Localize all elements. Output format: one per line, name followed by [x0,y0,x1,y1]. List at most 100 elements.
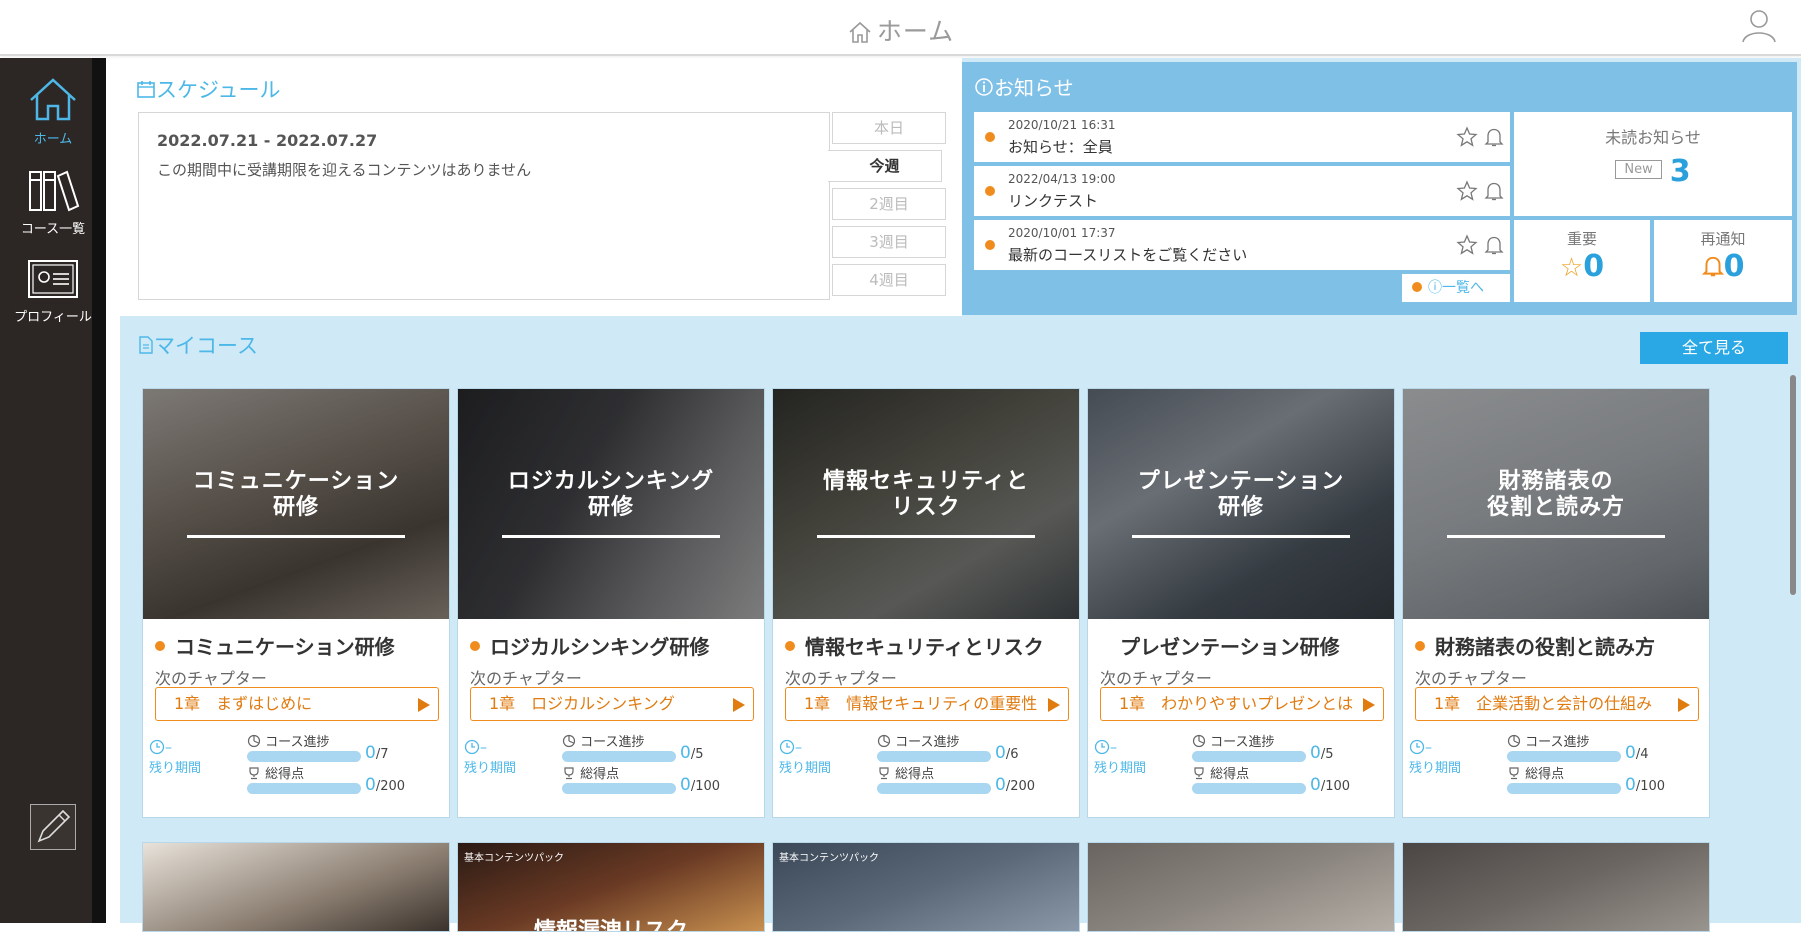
certificate-icon [28,260,78,298]
score-count: 0 [995,775,1006,795]
notice-list-link[interactable]: ⓘ一覧へ [1402,274,1510,302]
course-card[interactable] [1087,842,1395,932]
next-chapter-button[interactable]: 1章 情報セキュリティの重要性 [785,687,1069,721]
course-card[interactable]: 基本コンテンツパック [772,842,1080,932]
course-name[interactable]: コミュニケーション研修 [155,631,395,660]
next-chapter-button[interactable]: 1章 ロジカルシンキング [470,687,754,721]
schedule-message: この期間中に受講期限を迎えるコンテンツはありません [157,161,532,179]
course-name[interactable]: プレゼンテーション研修 [1100,631,1340,660]
course-card[interactable]: 財務諸表の 役割と読み方 財務諸表の役割と読み方 次のチャプター 1章 企業活動と会計の… [1402,388,1710,818]
play-icon [418,698,430,712]
score-value: 0/100 [1625,775,1665,795]
course-card[interactable]: 情報セキュリティと リスク 情報セキュリティとリスク 次のチャプター 1章 情報セキュリ… [772,388,1080,818]
thumbnail-title-line: 情報セキュリティと [823,469,1029,494]
thumbnail-title-line: 研修 [272,495,319,520]
star-icon[interactable] [1456,126,1478,148]
course-card[interactable] [1402,842,1710,932]
course-thumbnail[interactable]: 財務諸表の 役割と読み方 [1403,389,1709,619]
unread-notice-stat[interactable]: 未読お知らせ New 3 [1514,112,1792,216]
tab-this-week[interactable]: 今週 [828,150,942,182]
star-icon[interactable] [1456,180,1478,202]
course-card[interactable]: コミュニケーション 研修 コミュニケーション研修 次のチャプター 1章 まずはじめに – 残… [142,388,450,818]
sidebar-item-profile[interactable]: プロフィール [0,258,106,325]
bell-icon[interactable] [1484,234,1504,256]
notice-text: 最新のコースリストをご覧ください [1008,246,1248,264]
progress-total: /5 [690,747,704,762]
score-value: 0/200 [365,775,405,795]
course-card[interactable]: プレゼンテーション 研修 プレゼンテーション研修 次のチャプター 1章 わかりやすいプレ… [1087,388,1395,818]
notice-item[interactable]: 2022/04/13 19:00 リンクテスト [974,166,1510,216]
course-card[interactable]: 基本コンテンツパック 情報漏洩リスク [457,842,765,932]
remaining-value-text: – [795,740,802,756]
progress-label-text: コース進捗 [1210,735,1275,750]
renotify-stat[interactable]: 再通知 0 [1654,220,1792,302]
next-chapter-button[interactable]: 1章 わかりやすいプレゼンとは [1100,687,1384,721]
score-count: 0 [680,775,691,795]
content-pack-tag: 基本コンテンツパック [779,853,879,864]
tab-today[interactable]: 本日 [832,112,946,144]
next-chapter-text: 1章 まずはじめに [174,694,313,713]
progress-bar [877,751,991,762]
next-chapter-button[interactable]: 1章 まずはじめに [155,687,439,721]
tab-week-4[interactable]: 4週目 [832,264,946,296]
tab-week-2[interactable]: 2週目 [832,188,946,220]
sidebar-item-course-list[interactable]: コース一覧 [0,168,106,237]
score-total: /100 [1635,779,1666,794]
notice-date: 2020/10/21 16:31 [1008,118,1116,132]
important-stat[interactable]: 重要 ☆0 [1514,220,1650,302]
notice-item[interactable]: 2020/10/21 16:31 お知らせ：全員 [974,112,1510,162]
progress-label: コース進捗 [1192,731,1275,750]
course-name-text: コミュニケーション研修 [175,635,395,659]
course-thumbnail[interactable]: ロジカルシンキング 研修 [458,389,764,619]
notice-list-link-text: 一覧へ [1442,280,1484,296]
course-thumbnail[interactable]: コミュニケーション 研修 [143,389,449,619]
course-card[interactable] [142,842,450,932]
notice-item[interactable]: 2020/10/01 17:37 最新のコースリストをご覧ください [974,220,1510,270]
remaining-label: 残り期間 [149,761,202,776]
schedule-box: 2022.07.21 - 2022.07.27 この期間中に受講期限を迎えるコン… [138,112,830,300]
user-icon[interactable] [1739,6,1779,50]
thumbnail-title: ロジカルシンキング 研修 [458,469,764,521]
thumbnail-title-line: リスク [891,495,961,520]
course-name[interactable]: 財務諸表の役割と読み方 [1415,631,1655,660]
tab-week-3[interactable]: 3週目 [832,226,946,258]
score-bar [562,783,676,794]
progress-icon [1192,734,1206,748]
top-bar: ホーム [0,0,1801,56]
course-name[interactable]: ロジカルシンキング研修 [470,631,709,660]
progress-label: コース進捗 [562,731,645,750]
page-title: ホーム [0,12,1801,48]
view-all-button[interactable]: 全て見る [1640,332,1788,364]
edit-button[interactable] [30,804,76,850]
course-thumbnail[interactable]: プレゼンテーション 研修 [1088,389,1394,619]
sidebar-item-home[interactable]: ホーム [0,76,106,147]
thumbnail-title-line: 財務諸表の [1498,469,1614,494]
score-value: 0/100 [680,775,720,795]
course-name[interactable]: 情報セキュリティとリスク [785,631,1044,660]
progress-bar [1507,751,1621,762]
course-card[interactable]: ロジカルシンキング 研修 ロジカルシンキング研修 次のチャプター 1章 ロジカルシンキン… [457,388,765,818]
thumbnail-title: コミュニケーション 研修 [143,469,449,521]
play-icon [1678,698,1690,712]
thumbnail-underline [502,535,720,538]
score-bar [1507,783,1621,794]
remaining-value: – [1094,739,1117,756]
collapse-sidebar-icon[interactable]: ◀ [111,484,119,495]
progress-count: 0 [365,743,376,763]
course-thumbnail[interactable]: 情報セキュリティと リスク [773,389,1079,619]
score-label: 総得点 [1507,763,1564,782]
remaining-value-text: – [165,740,172,756]
remaining-value-text: – [1110,740,1117,756]
next-chapter-button[interactable]: 1章 企業活動と会計の仕組み [1415,687,1699,721]
scrollbar[interactable] [1790,375,1796,595]
bell-icon[interactable] [1484,126,1504,148]
score-total: /100 [1320,779,1351,794]
score-bar [877,783,991,794]
bell-icon[interactable] [1484,180,1504,202]
clock-icon [149,739,165,755]
bell-icon [1701,256,1724,277]
star-icon[interactable] [1456,234,1478,256]
clock-icon [1409,739,1425,755]
notice-date: 2020/10/01 17:37 [1008,226,1116,240]
progress-icon [562,734,576,748]
